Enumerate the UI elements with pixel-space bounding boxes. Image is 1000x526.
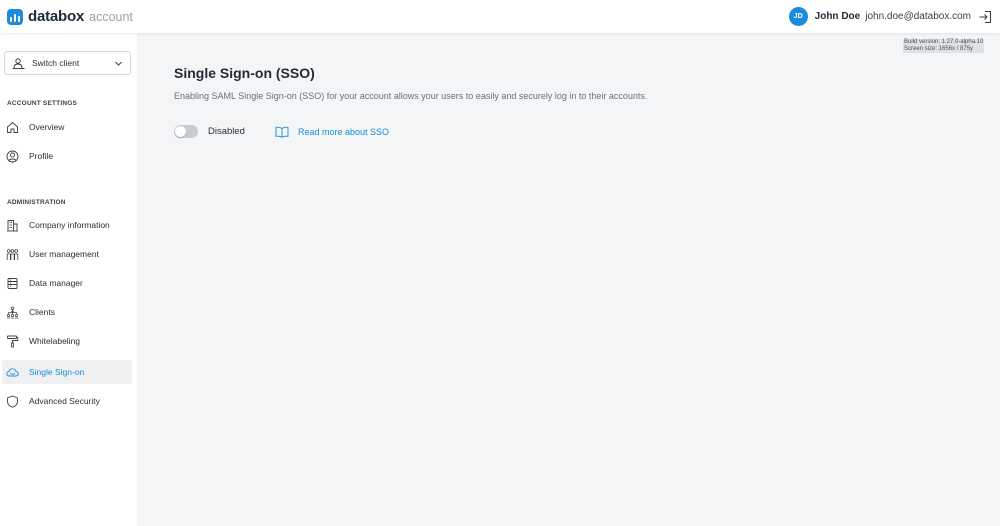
top-bar: databox account JD John Doe john.doe@dat… [0, 0, 1000, 33]
building-icon [6, 219, 19, 232]
sidebar-item-label: Overview [29, 122, 65, 132]
sidebar-item-single-sign-on[interactable]: Single Sign-on [2, 360, 132, 384]
toggle-knob [175, 126, 186, 137]
sidebar-item-clients[interactable]: Clients [2, 300, 132, 324]
home-icon [6, 121, 19, 134]
sso-toggle[interactable] [174, 125, 198, 138]
sidebar-item-label: Single Sign-on [29, 367, 85, 377]
page-description: Enabling SAML Single Sign-on (SSO) for y… [174, 91, 648, 101]
sidebar-item-whitelabeling[interactable]: Whitelabeling [2, 329, 132, 353]
sidebar-item-data-manager[interactable]: Data manager [2, 271, 132, 295]
paint-roller-icon [6, 335, 19, 348]
sidebar-item-advanced-security[interactable]: Advanced Security [2, 389, 132, 413]
sso-toggle-label: Disabled [208, 126, 245, 137]
hierarchy-icon [6, 306, 19, 319]
shield-icon [6, 395, 19, 408]
user-menu: JD John Doe john.doe@databox.com [788, 7, 992, 26]
brand-name: databox [28, 8, 85, 25]
sidebar-item-label: Advanced Security [29, 396, 100, 406]
sidebar: Switch client ACCOUNT SETTINGS Overview … [0, 33, 137, 526]
sidebar-item-overview[interactable]: Overview [2, 115, 132, 139]
main-content: Single Sign-on (SSO) Enabling SAML Singl… [137, 33, 1000, 526]
logout-icon[interactable] [978, 10, 992, 24]
client-switch-icon [12, 57, 25, 69]
sidebar-item-user-management[interactable]: User management [2, 242, 132, 266]
sidebar-item-label: User management [29, 249, 99, 259]
chevron-down-icon [115, 61, 122, 66]
databox-logo-icon [7, 8, 23, 25]
page-title: Single Sign-on (SSO) [174, 65, 315, 81]
sidebar-item-label: Company information [29, 220, 110, 230]
sidebar-item-label: Profile [29, 151, 54, 161]
book-icon [275, 126, 289, 138]
brand-subtitle: account [89, 9, 133, 24]
sidebar-item-label: Clients [29, 307, 55, 317]
users-icon [6, 248, 19, 261]
switch-client-label: Switch client [32, 58, 80, 68]
sidebar-item-label: Whitelabeling [29, 336, 81, 346]
user-name: John Doe [814, 11, 861, 22]
section-title-account-settings: ACCOUNT SETTINGS [7, 100, 78, 107]
sidebar-item-profile[interactable]: Profile [2, 144, 132, 168]
profile-icon [6, 150, 19, 163]
sidebar-item-label: Data manager [29, 278, 83, 288]
avatar[interactable]: JD [788, 7, 808, 26]
read-more-label: Read more about SSO [297, 126, 390, 137]
database-icon [6, 277, 19, 290]
cloud-icon [6, 366, 19, 379]
sidebar-item-company-information[interactable]: Company information [2, 213, 132, 237]
read-more-sso-link[interactable]: Read more about SSO [275, 126, 389, 138]
section-title-administration: ADMINISTRATION [7, 199, 66, 206]
brand[interactable]: databox account [7, 8, 133, 25]
switch-client-dropdown[interactable]: Switch client [4, 51, 131, 75]
user-email: john.doe@databox.com [865, 11, 971, 22]
sso-settings-row: Disabled Read more about SSO [174, 125, 389, 138]
